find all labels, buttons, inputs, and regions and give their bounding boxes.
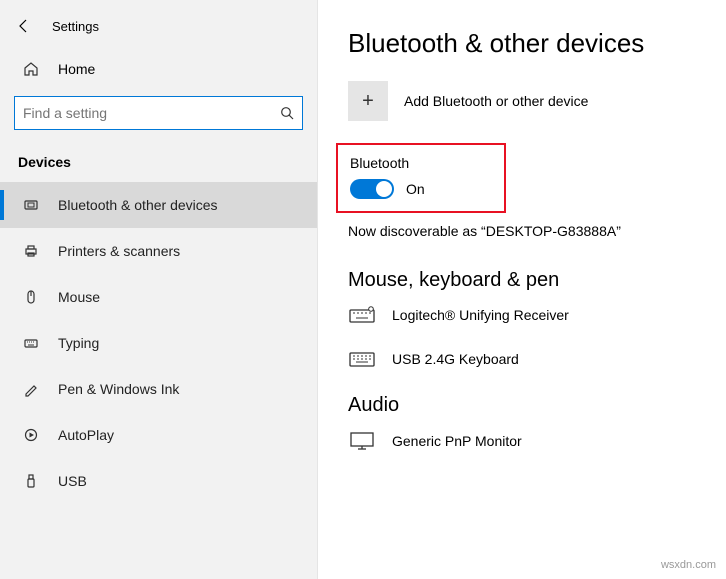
- bluetooth-toggle-row: On: [350, 179, 492, 199]
- search-icon: [280, 106, 294, 120]
- nav-home[interactable]: Home: [0, 50, 317, 88]
- nav-item-label: USB: [58, 473, 87, 489]
- keyboard-icon: [22, 335, 40, 351]
- mouse-icon: [22, 289, 40, 305]
- home-label: Home: [58, 61, 95, 77]
- nav-item-usb[interactable]: USB: [0, 458, 317, 504]
- device-label: USB 2.4G Keyboard: [392, 351, 519, 367]
- bluetooth-icon: [22, 197, 40, 213]
- nav-item-printers[interactable]: Printers & scanners: [0, 228, 317, 274]
- autoplay-icon: [22, 427, 40, 443]
- device-label: Logitech® Unifying Receiver: [392, 307, 569, 323]
- nav-item-label: Typing: [58, 335, 99, 351]
- home-icon: [22, 60, 40, 78]
- device-item-monitor[interactable]: Generic PnP Monitor: [348, 431, 696, 451]
- device-label: Generic PnP Monitor: [392, 433, 522, 449]
- nav-list: Bluetooth & other devices Printers & sca…: [0, 182, 317, 504]
- back-arrow-icon[interactable]: [16, 18, 32, 34]
- nav-item-pen[interactable]: Pen & Windows Ink: [0, 366, 317, 412]
- category-label: Devices: [0, 144, 317, 176]
- section-mkp-heading: Mouse, keyboard & pen: [348, 269, 696, 292]
- header-row: Settings: [0, 10, 317, 50]
- search-box[interactable]: [14, 96, 303, 130]
- bluetooth-toggle[interactable]: [350, 179, 394, 199]
- printer-icon: [22, 243, 40, 259]
- nav-item-mouse[interactable]: Mouse: [0, 274, 317, 320]
- add-device-label: Add Bluetooth or other device: [404, 93, 588, 109]
- main-content: Bluetooth & other devices + Add Bluetoot…: [318, 0, 726, 579]
- bluetooth-toggle-state: On: [406, 181, 425, 197]
- device-item-unifying[interactable]: Logitech® Unifying Receiver: [348, 306, 696, 324]
- plus-icon: +: [348, 81, 388, 121]
- nav-item-label: Bluetooth & other devices: [58, 197, 218, 213]
- nav-item-label: AutoPlay: [58, 427, 114, 443]
- bluetooth-section-highlight: Bluetooth On: [336, 143, 506, 213]
- nav-item-bluetooth[interactable]: Bluetooth & other devices: [0, 182, 317, 228]
- section-audio-heading: Audio: [348, 394, 696, 417]
- search-container: [0, 88, 317, 144]
- nav-item-label: Pen & Windows Ink: [58, 381, 179, 397]
- nav-item-label: Printers & scanners: [58, 243, 180, 259]
- pen-icon: [22, 381, 40, 397]
- sidebar: Settings Home Devices Bluetooth & other …: [0, 0, 318, 579]
- bluetooth-heading: Bluetooth: [350, 155, 492, 171]
- nav-item-autoplay[interactable]: AutoPlay: [0, 412, 317, 458]
- page-title: Bluetooth & other devices: [348, 28, 696, 59]
- nav-item-label: Mouse: [58, 289, 100, 305]
- search-input[interactable]: [23, 105, 280, 121]
- discoverable-text: Now discoverable as “DESKTOP-G83888A”: [348, 223, 696, 239]
- usb-icon: [22, 473, 40, 489]
- keyboard-device-icon: [348, 306, 376, 324]
- watermark: wsxdn.com: [661, 559, 716, 571]
- add-device-button[interactable]: + Add Bluetooth or other device: [348, 81, 696, 121]
- nav-item-typing[interactable]: Typing: [0, 320, 317, 366]
- device-item-usbkeyboard[interactable]: USB 2.4G Keyboard: [348, 350, 696, 368]
- toggle-knob: [376, 181, 392, 197]
- monitor-icon: [348, 431, 376, 451]
- keyboard-device-icon: [348, 350, 376, 368]
- settings-title: Settings: [52, 19, 99, 34]
